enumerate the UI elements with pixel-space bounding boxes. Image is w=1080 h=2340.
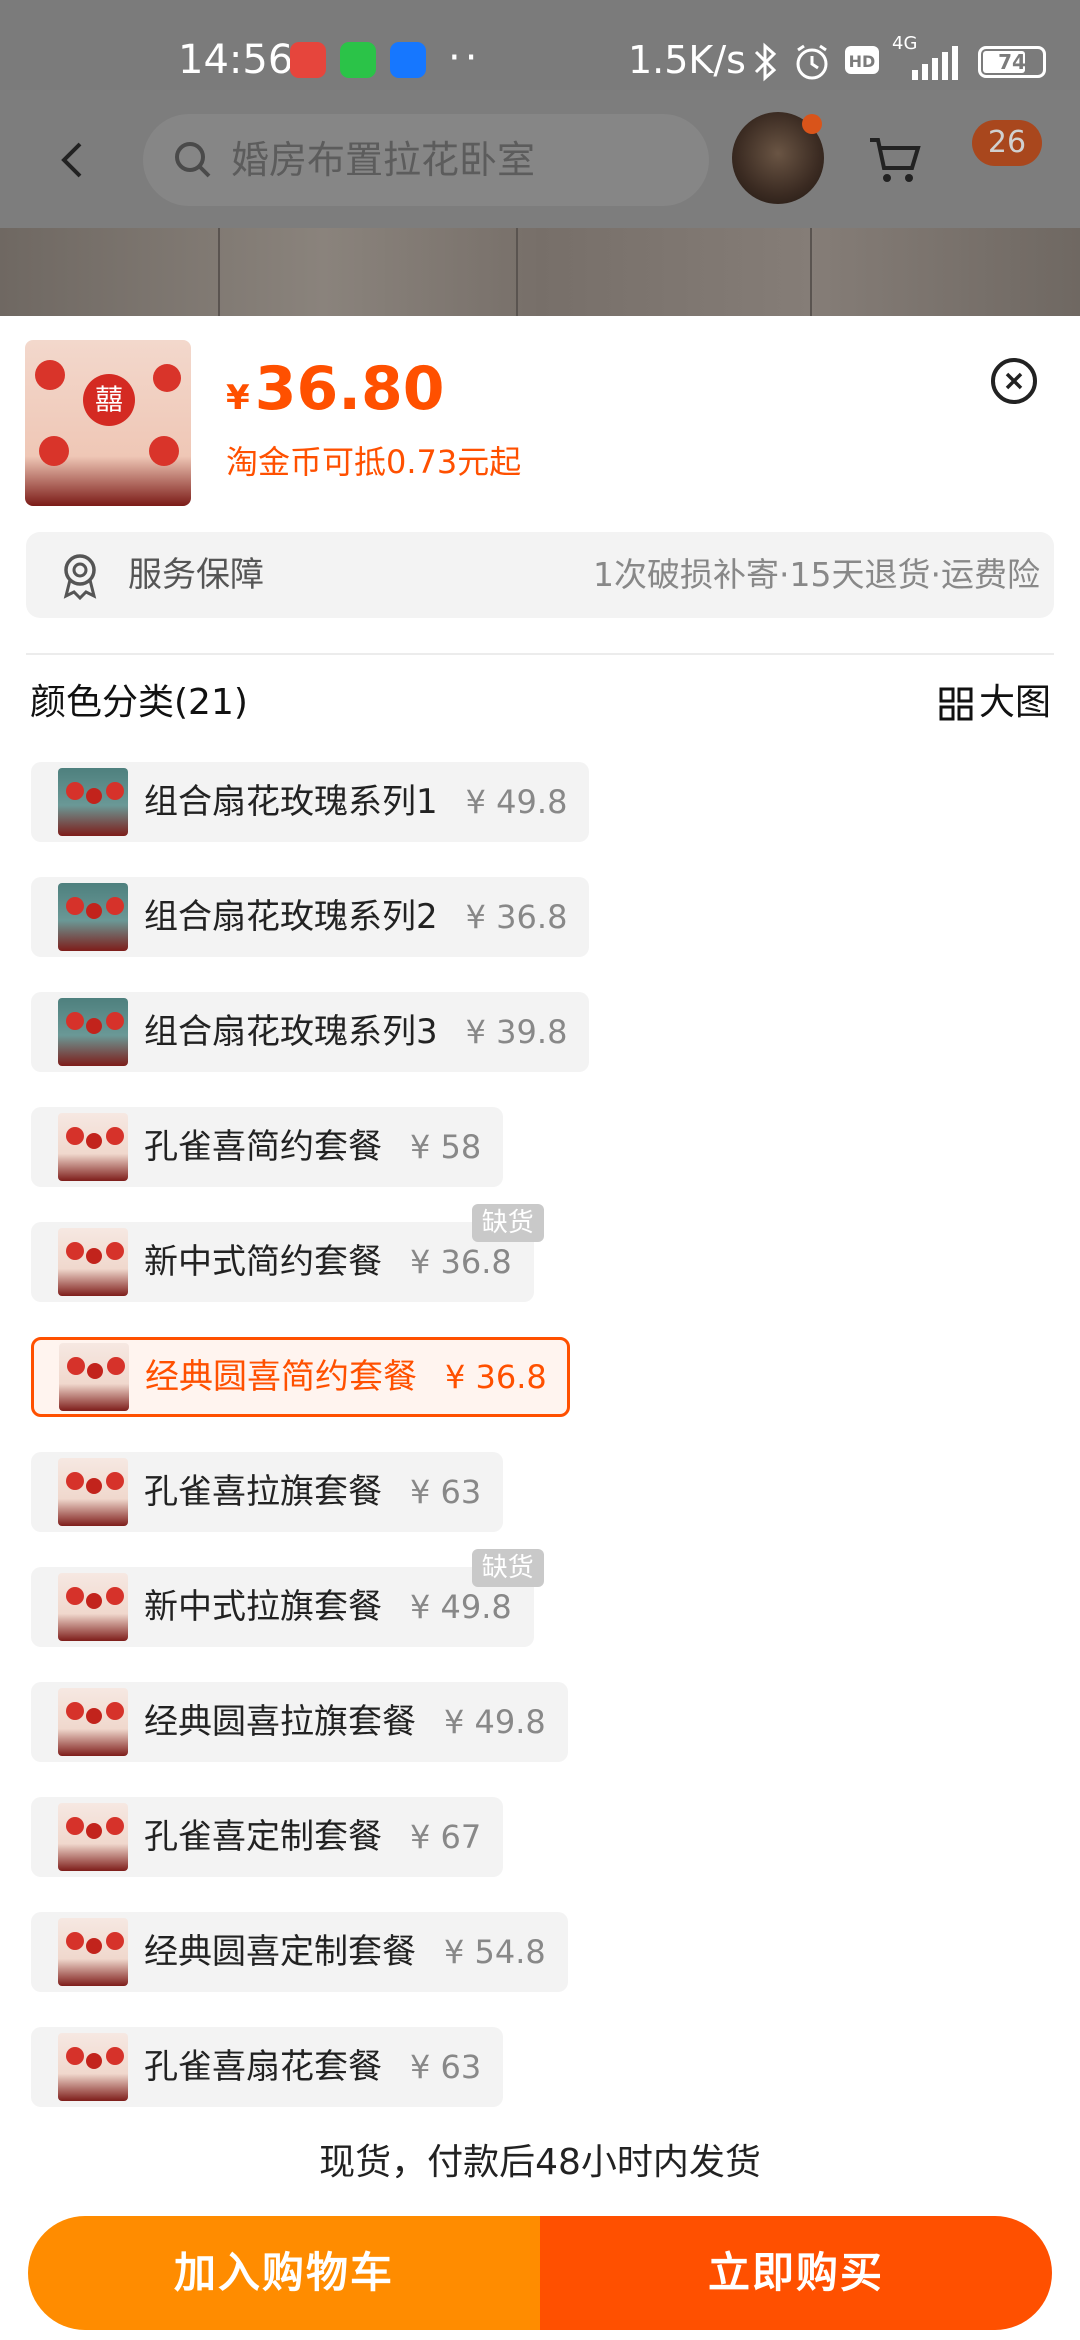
cart-count-badge: 26 (972, 120, 1042, 166)
coin-discount-note: 淘金币可抵0.73元起 (226, 443, 522, 481)
option-price: ¥ 54.8 (444, 1933, 546, 1971)
option-label: 组合扇花玫瑰系列2 (144, 897, 438, 937)
option-price: ¥ 63 (410, 2048, 482, 2086)
search-bar[interactable]: 婚房布置拉花卧室 (143, 114, 709, 206)
option-thumbnail (58, 998, 128, 1066)
grid-icon (939, 687, 973, 721)
top-bar: 婚房布置拉花卧室 26 (0, 90, 1080, 228)
sku-option[interactable]: 组合扇花玫瑰系列3 ¥ 39.8 (31, 992, 590, 1072)
option-price: ¥ 49.8 (410, 1588, 512, 1626)
price-value: 36.80 (254, 354, 445, 424)
sku-option[interactable]: 经典圆喜简约套餐 ¥ 36.8 (31, 1337, 570, 1417)
product-thumbnail[interactable]: 囍 (25, 340, 191, 506)
option-price: ¥ 36.8 (410, 1243, 512, 1281)
option-thumbnail (58, 2033, 128, 2101)
badge-icon (63, 554, 97, 600)
option-price: ¥ 39.8 (465, 1013, 568, 1051)
network-speed: 1.5K/s (628, 38, 746, 82)
alarm-icon (796, 44, 828, 80)
option-thumbnail (58, 1573, 128, 1641)
sku-option[interactable]: 新中式拉旗套餐 ¥ 49.8 缺货 (31, 1549, 544, 1647)
bluetooth-icon (754, 42, 777, 82)
option-label: 经典圆喜简约套餐 (145, 1357, 417, 1397)
service-guarantee[interactable]: 服务保障 1次破损补寄·15天退货·运费险 (26, 532, 1054, 618)
search-icon (175, 142, 211, 178)
close-button[interactable] (991, 358, 1037, 404)
shipping-note: 现货，付款后48小时内发货 (319, 2142, 761, 2183)
add-to-cart-button[interactable]: 加入购物车 (28, 2216, 540, 2330)
option-price: ¥ 49.8 (465, 783, 568, 821)
cart-icon[interactable] (866, 134, 922, 186)
option-price: ¥ 67 (410, 1818, 482, 1856)
currency-symbol: ¥ (226, 378, 250, 418)
sku-option[interactable]: 新中式简约套餐 ¥ 36.8 缺货 (31, 1204, 544, 1302)
background-product-image (0, 228, 1080, 316)
option-price: ¥ 58 (410, 1128, 482, 1166)
battery-icon: 74 (978, 46, 1046, 78)
option-label: 孔雀喜简约套餐 (144, 1127, 382, 1167)
notification-dot (802, 114, 822, 134)
out-of-stock-badge: 缺货 (471, 1204, 544, 1242)
buy-now-button[interactable]: 立即购买 (540, 2216, 1052, 2330)
option-thumbnail (58, 1803, 128, 1871)
hd-icon: HD (845, 46, 879, 74)
option-thumbnail (58, 1228, 128, 1296)
netease-music-icon (290, 42, 326, 78)
sku-option[interactable]: 孔雀喜定制套餐 ¥ 67 (31, 1797, 504, 1877)
option-price: ¥ 36.8 (465, 898, 568, 936)
option-thumbnail (58, 768, 128, 836)
option-list: 组合扇花玫瑰系列1 ¥ 49.8 组合扇花玫瑰系列2 ¥ 36.8 组合扇花玫瑰系列3 ¥… (31, 762, 1051, 2142)
option-thumbnail (58, 883, 128, 951)
option-label: 组合扇花玫瑰系列3 (144, 1012, 438, 1052)
divider (26, 653, 1054, 655)
price: ¥ 36.80 (226, 354, 445, 424)
option-price: ¥ 49.8 (444, 1703, 546, 1741)
sku-option[interactable]: 孔雀喜简约套餐 ¥ 58 (31, 1107, 504, 1187)
option-label: 新中式拉旗套餐 (144, 1587, 382, 1627)
big-image-toggle[interactable]: 大图 (939, 678, 1051, 728)
option-thumbnail (58, 1918, 128, 1986)
action-buttons: 加入购物车 立即购买 (28, 2216, 1052, 2330)
option-label: 孔雀喜拉旗套餐 (144, 1472, 382, 1512)
service-detail: 1次破损补寄·15天退货·运费险 (593, 555, 1040, 594)
sku-selector-sheet: 囍 ¥ 36.80 淘金币可抵0.73元起 服务保障 1次破损补寄·15天退货·… (0, 316, 1080, 2340)
service-title: 服务保障 (128, 555, 264, 595)
option-label: 孔雀喜扇花套餐 (144, 2047, 382, 2087)
search-query: 婚房布置拉花卧室 (231, 138, 536, 182)
sku-option[interactable]: 组合扇花玫瑰系列1 ¥ 49.8 (31, 762, 590, 842)
signal-icon (912, 46, 958, 80)
option-label: 经典圆喜拉旗套餐 (144, 1702, 416, 1742)
option-price: ¥ 63 (410, 1473, 482, 1511)
option-price: ¥ 36.8 (445, 1358, 547, 1396)
alipay-icon (390, 42, 426, 78)
color-category-title: 颜色分类(21) (30, 682, 248, 723)
svg-text:HD: HD (849, 52, 876, 71)
sku-option[interactable]: 孔雀喜拉旗套餐 ¥ 63 (31, 1452, 504, 1532)
screen: 14:56 ·· 1.5K/s HD 4G 74 婚房布置拉花卧室 26 囍 ¥… (0, 0, 1080, 2340)
out-of-stock-badge: 缺货 (471, 1549, 544, 1587)
option-label: 经典圆喜定制套餐 (144, 1932, 416, 1972)
option-thumbnail (58, 1113, 128, 1181)
back-icon[interactable] (56, 140, 86, 180)
sku-option[interactable]: 经典圆喜定制套餐 ¥ 54.8 (31, 1912, 568, 1992)
more-notifications-icon: ·· (448, 35, 482, 81)
option-thumbnail (58, 1458, 128, 1526)
sku-option[interactable]: 组合扇花玫瑰系列2 ¥ 36.8 (31, 877, 590, 957)
option-thumbnail (58, 1688, 128, 1756)
status-time: 14:56 (178, 37, 294, 83)
option-thumbnail (59, 1343, 129, 1411)
double-happiness-mark: 囍 (83, 374, 135, 426)
option-label: 组合扇花玫瑰系列1 (144, 782, 438, 822)
wechat-icon (340, 42, 376, 78)
sku-option[interactable]: 经典圆喜拉旗套餐 ¥ 49.8 (31, 1682, 568, 1762)
option-label: 孔雀喜定制套餐 (144, 1817, 382, 1857)
status-bar: 14:56 ·· 1.5K/s HD 4G 74 (0, 0, 1080, 90)
battery-level: 74 (998, 50, 1026, 74)
close-icon (1005, 372, 1023, 390)
sku-option[interactable]: 孔雀喜扇花套餐 ¥ 63 (31, 2027, 504, 2107)
big-image-label: 大图 (978, 682, 1051, 723)
option-label: 新中式简约套餐 (144, 1242, 382, 1282)
